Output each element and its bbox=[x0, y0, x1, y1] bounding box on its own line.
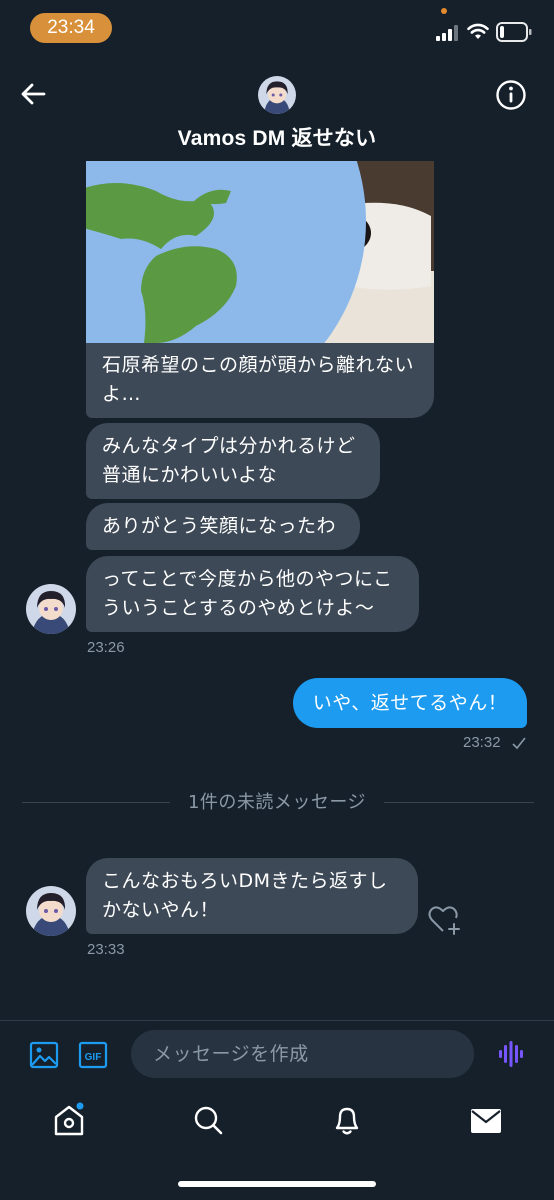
message-compose-input[interactable] bbox=[131, 1030, 474, 1078]
heart-add-icon[interactable] bbox=[428, 905, 462, 937]
wifi-icon bbox=[467, 23, 489, 39]
shared-image[interactable] bbox=[86, 161, 434, 343]
received-message[interactable]: ありがとう笑顔になったわ bbox=[86, 503, 360, 550]
status-time: 23:34 bbox=[30, 13, 112, 43]
privacy-indicator-dot bbox=[441, 8, 447, 14]
mail-icon[interactable] bbox=[470, 1108, 502, 1134]
sent-message[interactable]: いや、返せてるやん！ bbox=[293, 678, 527, 728]
home-indicator bbox=[178, 1181, 376, 1187]
received-message[interactable]: みんなタイプは分かれるけど普通にかわいいよな bbox=[86, 423, 380, 499]
image-icon[interactable] bbox=[29, 1040, 59, 1070]
gif-icon[interactable]: GIF bbox=[78, 1040, 108, 1070]
signal-icon bbox=[436, 25, 458, 41]
info-icon[interactable] bbox=[495, 79, 527, 111]
battery-icon bbox=[496, 22, 532, 42]
bell-icon[interactable] bbox=[331, 1103, 363, 1137]
received-message[interactable]: こんなおもろいDMきたら返すしかないやん！ bbox=[86, 858, 418, 934]
unread-divider: 1件の未読メッセージ bbox=[187, 792, 367, 813]
composer-divider bbox=[0, 1020, 554, 1021]
back-arrow-icon[interactable] bbox=[18, 80, 48, 108]
sender-avatar[interactable] bbox=[26, 886, 76, 936]
search-icon[interactable] bbox=[192, 1104, 224, 1136]
voice-icon[interactable] bbox=[497, 1040, 525, 1068]
message-timestamp: 23:33 bbox=[87, 941, 125, 958]
message-timestamp: 23:32 bbox=[463, 734, 501, 751]
sender-avatar[interactable] bbox=[26, 584, 76, 634]
check-icon bbox=[512, 737, 526, 750]
received-message[interactable]: ってことで今度から他のやつにこういうことするのやめとけよ～ bbox=[86, 556, 419, 632]
divider-line bbox=[384, 802, 534, 803]
message-timestamp: 23:26 bbox=[87, 639, 125, 656]
divider-line bbox=[22, 802, 170, 803]
chat-title: Vamos DM 返せない bbox=[177, 127, 377, 150]
header-avatar[interactable] bbox=[258, 76, 296, 114]
received-message[interactable]: 石原希望のこの顔が頭から離れないよ… bbox=[86, 343, 434, 418]
svg-text:GIF: GIF bbox=[85, 1052, 102, 1063]
home-icon[interactable] bbox=[52, 1102, 86, 1138]
status-bar: 23:34 bbox=[0, 0, 554, 56]
